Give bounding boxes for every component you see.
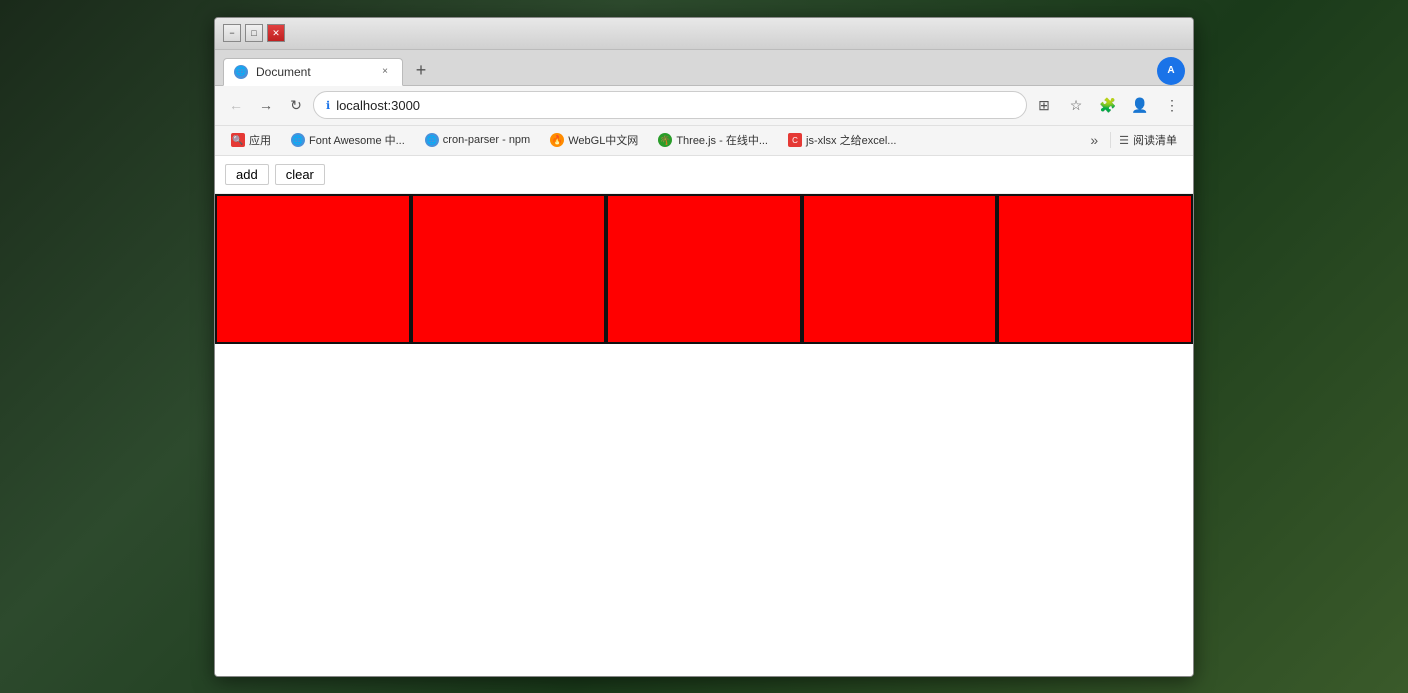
red-cell-1 (215, 194, 411, 344)
bookmark-apps-label: 应用 (249, 132, 271, 148)
active-tab[interactable]: 🌐 Document × (223, 58, 403, 86)
cronparser-favicon-icon: 🌐 (425, 133, 439, 147)
red-grid (215, 194, 1193, 344)
title-bar-left: − □ ✕ (223, 24, 285, 42)
bookmark-fontawesome-label: Font Awesome 中... (309, 132, 405, 148)
page-content: add clear (215, 156, 1193, 676)
minimize-button[interactable]: − (223, 24, 241, 42)
tab-close-button[interactable]: × (378, 65, 392, 79)
new-tab-button[interactable]: + (407, 57, 435, 85)
profile-button[interactable]: A (1157, 57, 1185, 85)
apps-favicon-icon: 🔍 (231, 133, 245, 147)
title-bar: − □ ✕ (215, 18, 1193, 50)
bookmark-star-icon[interactable]: ☆ (1063, 92, 1089, 118)
address-bar: ← → ↻ ℹ localhost:3000 ⊞ ☆ 🧩 👤 ⋮ (215, 86, 1193, 126)
url-text: localhost:3000 (336, 98, 420, 113)
bookmark-cronparser[interactable]: 🌐 cron-parser - npm (417, 129, 538, 151)
red-cell-3 (606, 194, 802, 344)
address-right-icons: ⊞ ☆ 🧩 👤 ⋮ (1031, 92, 1185, 118)
bookmark-threejs-label: Three.js - 在线中... (676, 132, 768, 148)
tabs-bar: 🌐 Document × + A (215, 50, 1193, 86)
menu-icon[interactable]: ⋮ (1159, 92, 1185, 118)
bookmark-jsxlsx-label: js-xlsx 之给excel... (806, 132, 896, 148)
url-bar[interactable]: ℹ localhost:3000 (313, 91, 1027, 119)
maximize-button[interactable]: □ (245, 24, 263, 42)
bookmarks-overflow-button[interactable]: » (1086, 132, 1102, 148)
reading-list-icon: ☰ (1119, 134, 1129, 147)
threejs-favicon-icon: 🌴 (658, 133, 672, 147)
bookmark-webgl[interactable]: 🔥 WebGL中文网 (542, 129, 646, 151)
add-button[interactable]: add (225, 164, 269, 185)
red-cell-5 (997, 194, 1193, 344)
bookmark-fontawesome[interactable]: 🌐 Font Awesome 中... (283, 129, 413, 151)
bookmark-cronparser-label: cron-parser - npm (443, 134, 530, 146)
back-button[interactable]: ← (223, 92, 249, 118)
jsxlsx-favicon-icon: C (788, 133, 802, 147)
red-cell-4 (802, 194, 998, 344)
tab-label: Document (256, 65, 311, 79)
browser-window: − □ ✕ 🌐 Document × + A ← → ↻ ℹ localhost… (214, 17, 1194, 677)
lock-icon: ℹ (326, 99, 330, 112)
tab-favicon-icon: 🌐 (234, 65, 248, 79)
close-button[interactable]: ✕ (267, 24, 285, 42)
reading-list-label[interactable]: 阅读清单 (1133, 132, 1177, 148)
clear-button[interactable]: clear (275, 164, 325, 185)
bookmark-threejs[interactable]: 🌴 Three.js - 在线中... (650, 129, 776, 151)
page-toolbar: add clear (215, 156, 1193, 194)
webgl-favicon-icon: 🔥 (550, 133, 564, 147)
bookmarks-bar: 🔍 应用 🌐 Font Awesome 中... 🌐 cron-parser -… (215, 126, 1193, 156)
reload-button[interactable]: ↻ (283, 92, 309, 118)
bookmark-jsxlsx[interactable]: C js-xlsx 之给excel... (780, 129, 904, 151)
red-cell-2 (411, 194, 607, 344)
extensions-icon[interactable]: 🧩 (1095, 92, 1121, 118)
translate-icon[interactable]: ⊞ (1031, 92, 1057, 118)
fontawesome-favicon-icon: 🌐 (291, 133, 305, 147)
bookmark-webgl-label: WebGL中文网 (568, 132, 638, 148)
profile-icon[interactable]: 👤 (1127, 92, 1153, 118)
forward-button[interactable]: → (253, 92, 279, 118)
reading-list-area: ☰ 阅读清单 (1110, 132, 1185, 148)
bookmark-apps[interactable]: 🔍 应用 (223, 129, 279, 151)
